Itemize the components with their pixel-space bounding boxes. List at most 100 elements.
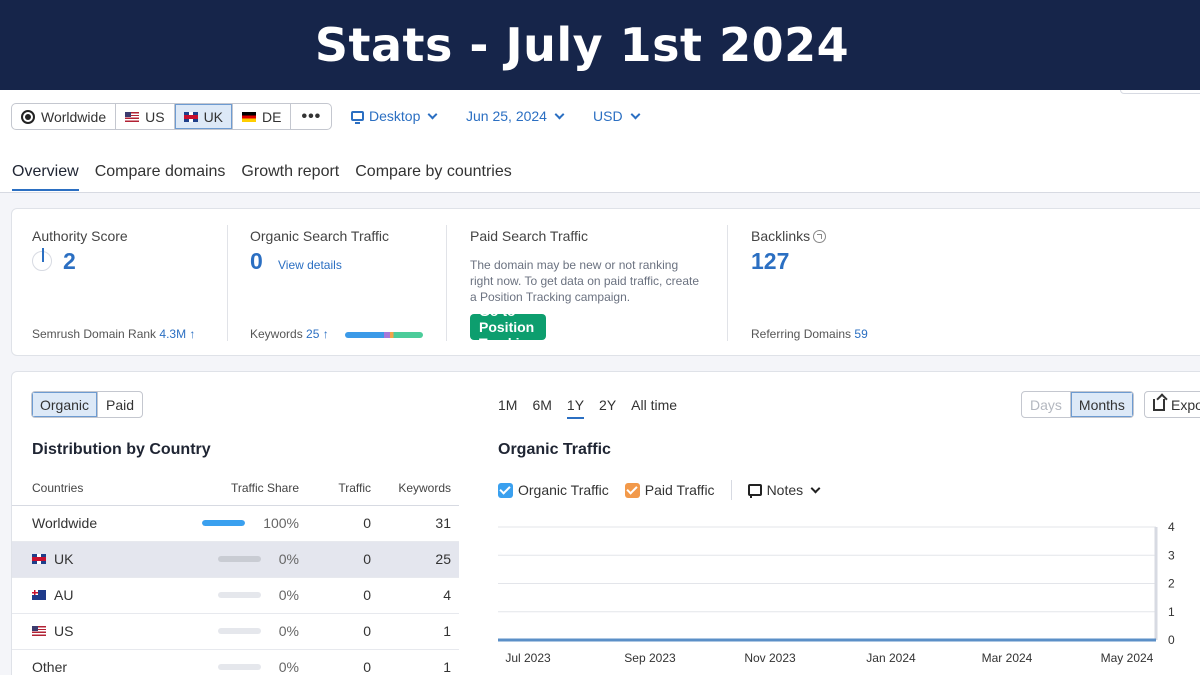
tab-bar: Overview Compare domains Growth report C…	[12, 163, 512, 191]
y-tick-label: 2	[1168, 577, 1175, 591]
period-all-time[interactable]: All time	[631, 397, 677, 419]
organic-toggle-button[interactable]: Organic	[32, 392, 99, 417]
header-area: Worldwide US UK DE ••• Desktop Jun 25, 2…	[0, 90, 1200, 193]
region-worldwide[interactable]: Worldwide	[12, 104, 117, 129]
traffic-share-value: 0%	[278, 587, 299, 603]
table-row[interactable]: Worldwide 100% 0 31	[12, 505, 459, 542]
date-label: Jun 25, 2024	[466, 108, 547, 124]
distribution-card: Organic Paid Distribution by Country Cou…	[11, 371, 1200, 675]
paid-toggle-button[interactable]: Paid	[98, 392, 142, 417]
legend-separator	[730, 480, 732, 500]
backlinks-value[interactable]: 127	[751, 248, 789, 275]
backlinks-info-icon[interactable]	[813, 230, 827, 243]
granularity-toggle: Days Months	[1021, 391, 1134, 418]
traffic-value[interactable]: 0	[307, 541, 379, 578]
traffic-share-bar	[217, 592, 261, 598]
country-cell: Other	[32, 659, 139, 675]
period-1m[interactable]: 1M	[498, 397, 517, 419]
traffic-value[interactable]: 0	[307, 577, 379, 614]
checkbox-icon	[498, 482, 513, 498]
country-cell: AU	[32, 587, 139, 603]
currency-dropdown[interactable]: USD	[593, 108, 641, 124]
device-dropdown[interactable]: Desktop	[351, 108, 438, 124]
keywords-value[interactable]: 4	[379, 577, 459, 614]
domain-rank-value[interactable]: 4.3M ↑	[159, 327, 195, 341]
organic-traffic-chart-title: Organic Traffic	[498, 441, 611, 458]
referring-domains: Referring Domains 59	[751, 327, 868, 341]
more-regions-button[interactable]: •••	[291, 104, 331, 129]
traffic-share-value: 100%	[263, 515, 299, 531]
tab-compare-by-countries[interactable]: Compare by countries	[355, 163, 512, 191]
semrush-page: Worldwide US UK DE ••• Desktop Jun 25, 2…	[0, 90, 1200, 675]
column-header[interactable]: Traffic	[307, 471, 379, 506]
x-tick-label: Jan 2024	[866, 651, 916, 665]
globe-icon	[21, 109, 35, 124]
chevron-down-icon	[554, 109, 565, 119]
country-name: Other	[32, 659, 68, 675]
organic-traffic-value[interactable]: 0	[250, 248, 263, 275]
traffic-share-value: 0%	[278, 659, 299, 675]
export-button[interactable]: Expo	[1144, 391, 1200, 418]
traffic-share-bar	[217, 664, 261, 670]
country-cell: Worldwide	[32, 515, 139, 531]
table-row[interactable]: Other 0% 0 1	[12, 649, 459, 675]
legend-label: Paid Traffic	[644, 482, 715, 498]
days-button[interactable]: Days	[1022, 392, 1071, 417]
region-de[interactable]: DE	[233, 104, 292, 129]
keywords-value[interactable]: 1	[379, 613, 459, 650]
country-cell: UK	[32, 551, 139, 567]
country-name: UK	[54, 551, 74, 567]
authority-score-gauge-icon	[32, 248, 52, 271]
y-tick-label: 4	[1168, 520, 1175, 534]
tab-overview[interactable]: Overview	[12, 163, 79, 191]
period-2y[interactable]: 2Y	[599, 397, 616, 419]
keywords-value: 1	[379, 649, 459, 675]
keywords-distribution-bar	[345, 332, 423, 338]
organic-traffic-title: Organic Search Traffic	[250, 228, 390, 244]
export-icon	[1153, 398, 1165, 411]
notes-dropdown[interactable]: Notes	[747, 482, 821, 498]
traffic-value[interactable]: 0	[307, 613, 379, 650]
keywords-value[interactable]: 25	[379, 541, 459, 578]
banner-title: Stats - July 1st 2024	[314, 18, 850, 72]
country-distribution-table: Countries Traffic Share Traffic Keywords…	[12, 471, 459, 675]
checkbox-icon	[624, 482, 640, 498]
traffic-share-fill	[202, 520, 246, 526]
traffic-share-value: 0%	[278, 551, 299, 567]
table-row[interactable]: US 0% 0 1	[12, 613, 459, 650]
legend-label: Organic Traffic	[518, 482, 609, 498]
period-1y[interactable]: 1Y	[566, 397, 585, 419]
country-name: AU	[54, 587, 74, 603]
tab-growth-report[interactable]: Growth report	[241, 163, 339, 191]
device-label: Desktop	[369, 108, 421, 124]
referring-domains-label: Referring Domains	[751, 327, 852, 341]
table-row[interactable]: AU 0% 0 4	[12, 577, 459, 614]
backlinks-title-wrap: Backlinks	[751, 228, 827, 244]
period-6m[interactable]: 6M	[532, 397, 551, 419]
legend-paid-traffic[interactable]: Paid Traffic	[624, 482, 715, 498]
keywords-count: Keywords 25 ↑	[250, 327, 329, 341]
traffic-share-bar	[202, 520, 246, 526]
traffic-share-bar	[217, 556, 261, 562]
date-dropdown[interactable]: Jun 25, 2024	[466, 108, 565, 124]
region-label: DE	[262, 108, 282, 125]
x-tick-label: Nov 2023	[744, 651, 796, 665]
months-button[interactable]: Months	[1070, 392, 1133, 417]
go-to-position-tracking-button[interactable]: Go to Position Tracking	[470, 303, 546, 351]
column-header[interactable]: Traffic Share	[147, 471, 307, 506]
column-header[interactable]: Keywords	[379, 471, 459, 506]
tab-compare-domains[interactable]: Compare domains	[95, 163, 226, 191]
authority-score-value[interactable]: 2	[63, 248, 76, 275]
au-flag-icon	[32, 590, 46, 600]
uk-flag-icon	[183, 111, 198, 122]
region-label: US	[145, 108, 165, 125]
region-us[interactable]: US	[116, 104, 175, 129]
us-flag-icon	[32, 626, 46, 636]
domain-rank: Semrush Domain Rank 4.3M ↑	[32, 327, 195, 341]
region-uk[interactable]: UK	[174, 104, 234, 129]
view-details-link[interactable]: View details	[278, 258, 342, 272]
legend-organic-traffic[interactable]: Organic Traffic	[498, 482, 609, 498]
keywords-value[interactable]: 25 ↑	[306, 327, 329, 341]
referring-domains-value[interactable]: 59	[854, 327, 867, 341]
table-row[interactable]: UK 0% 0 25	[12, 541, 459, 578]
